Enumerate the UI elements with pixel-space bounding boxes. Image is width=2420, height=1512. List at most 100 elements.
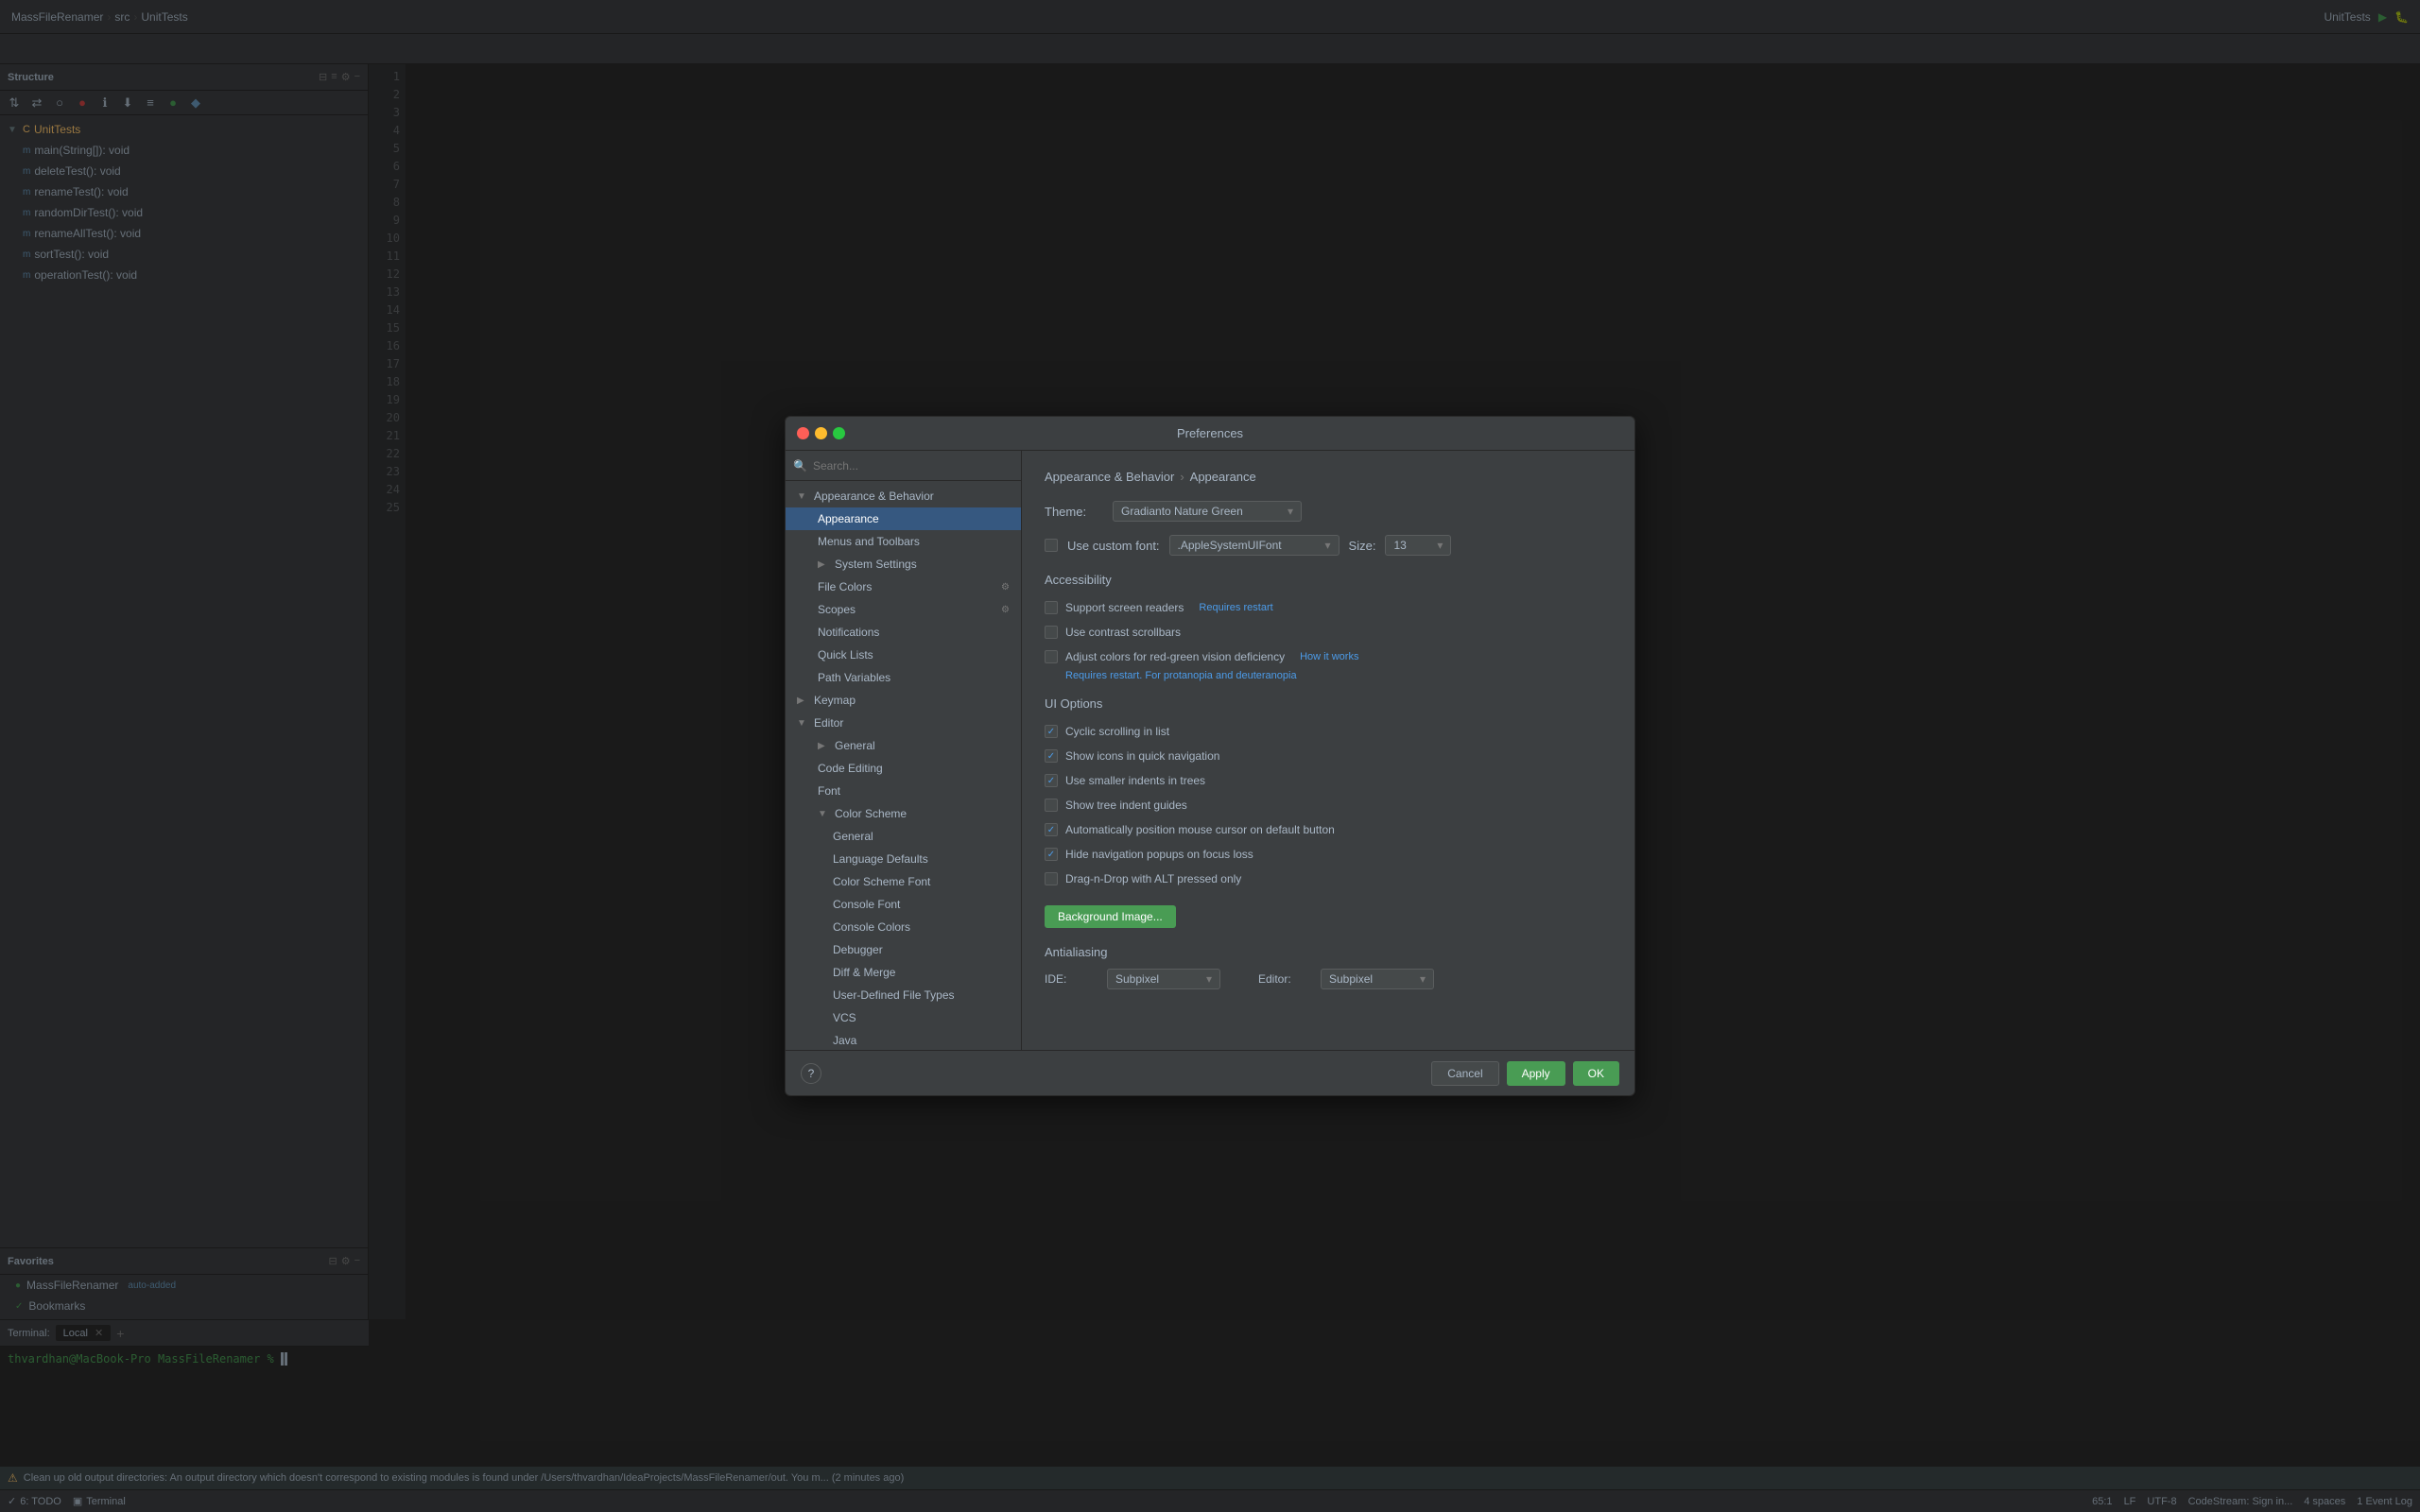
theme-row: Theme: Gradianto Nature Green ▾ bbox=[1045, 501, 1612, 522]
dt-item-code-editing[interactable]: Code Editing bbox=[786, 757, 1021, 780]
search-icon: 🔍 bbox=[793, 459, 807, 472]
dialog-title-bar: Preferences bbox=[786, 417, 1634, 451]
ide-aa-dropdown[interactable]: Subpixel ▾ bbox=[1107, 969, 1220, 989]
smaller-indents-checkbox[interactable] bbox=[1045, 774, 1058, 787]
dt-item-cs-general[interactable]: General bbox=[786, 825, 1021, 848]
breadcrumb: Appearance & Behavior › Appearance bbox=[1045, 470, 1612, 484]
dt-item-user-file-types[interactable]: User-Defined File Types bbox=[786, 984, 1021, 1006]
dt-item-path-variables[interactable]: Path Variables bbox=[786, 666, 1021, 689]
dt-item-console-colors[interactable]: Console Colors bbox=[786, 916, 1021, 938]
ok-button[interactable]: OK bbox=[1573, 1061, 1619, 1086]
font-select-dropdown[interactable]: .AppleSystemUIFont ▾ bbox=[1169, 535, 1340, 556]
theme-value: Gradianto Nature Green bbox=[1121, 505, 1243, 518]
accessibility-title: Accessibility bbox=[1045, 573, 1612, 587]
screen-readers-label: Support screen readers bbox=[1065, 601, 1184, 614]
cyclic-checkbox[interactable] bbox=[1045, 725, 1058, 738]
dnd-label: Drag-n-Drop with ALT pressed only bbox=[1065, 872, 1241, 885]
footer-buttons: Cancel Apply OK bbox=[1431, 1061, 1619, 1086]
ui-options-section: UI Options Cyclic scrolling in list Show… bbox=[1045, 696, 1612, 928]
editor-aa-arrow: ▾ bbox=[1420, 972, 1426, 986]
dt-item-quick-lists[interactable]: Quick Lists bbox=[786, 644, 1021, 666]
custom-font-label: Use custom font: bbox=[1067, 539, 1160, 553]
check-cyclic: Cyclic scrolling in list bbox=[1045, 720, 1612, 743]
dt-item-menus-toolbars[interactable]: Menus and Toolbars bbox=[786, 530, 1021, 553]
dt-item-debugger[interactable]: Debugger bbox=[786, 938, 1021, 961]
size-label: Size: bbox=[1349, 539, 1376, 553]
close-button[interactable] bbox=[797, 427, 809, 439]
custom-font-checkbox[interactable] bbox=[1045, 539, 1058, 552]
dt-item-diff-merge[interactable]: Diff & Merge bbox=[786, 961, 1021, 984]
preferences-dialog: Preferences 🔍 ▼ Appearance & Behavior bbox=[785, 416, 1635, 1096]
check-show-icons: Show icons in quick navigation bbox=[1045, 745, 1612, 767]
dialog-sidebar: 🔍 ▼ Appearance & Behavior Appearance M bbox=[786, 451, 1022, 1050]
dnd-checkbox[interactable] bbox=[1045, 872, 1058, 885]
dt-item-file-colors[interactable]: File Colors ⚙ bbox=[786, 576, 1021, 598]
aa-row: IDE: Subpixel ▾ Editor: Subpixel ▾ bbox=[1045, 969, 1612, 989]
ide-aa-arrow: ▾ bbox=[1206, 972, 1212, 986]
dt-item-keymap[interactable]: ▶ Keymap bbox=[786, 689, 1021, 712]
hide-nav-label: Hide navigation popups on focus loss bbox=[1065, 848, 1253, 861]
how-it-works-link[interactable]: How it works bbox=[1300, 651, 1358, 662]
dialog-footer: ? Cancel Apply OK bbox=[786, 1050, 1634, 1095]
ide-aa-value: Subpixel bbox=[1115, 972, 1159, 986]
minimize-button[interactable] bbox=[815, 427, 827, 439]
cancel-button[interactable]: Cancel bbox=[1431, 1061, 1498, 1086]
colorblind-label: Adjust colors for red-green vision defic… bbox=[1065, 650, 1285, 663]
editor-aa-label: Editor: bbox=[1258, 972, 1305, 986]
hide-nav-checkbox[interactable] bbox=[1045, 848, 1058, 861]
dt-item-console-font[interactable]: Console Font bbox=[786, 893, 1021, 916]
requires-restart-badge: Requires restart bbox=[1199, 602, 1272, 613]
search-input[interactable] bbox=[813, 459, 1013, 472]
dt-item-notifications[interactable]: Notifications bbox=[786, 621, 1021, 644]
tree-guides-checkbox[interactable] bbox=[1045, 799, 1058, 812]
colorblind-checkbox[interactable] bbox=[1045, 650, 1058, 663]
check-row-screen-readers: Support screen readers Requires restart bbox=[1045, 596, 1612, 619]
dialog-search-bar: 🔍 bbox=[786, 451, 1021, 481]
custom-font-row: Use custom font: .AppleSystemUIFont ▾ Si… bbox=[1045, 535, 1612, 556]
dialog-content: Appearance & Behavior › Appearance Theme… bbox=[1022, 451, 1634, 1050]
help-button[interactable]: ? bbox=[801, 1063, 821, 1084]
help-icon: ? bbox=[808, 1067, 815, 1080]
dt-item-color-scheme[interactable]: ▼ Color Scheme bbox=[786, 802, 1021, 825]
theme-dropdown[interactable]: Gradianto Nature Green ▾ bbox=[1113, 501, 1302, 522]
check-dnd: Drag-n-Drop with ALT pressed only bbox=[1045, 868, 1612, 890]
apply-button[interactable]: Apply bbox=[1507, 1061, 1565, 1086]
dt-item-font[interactable]: Font bbox=[786, 780, 1021, 802]
dt-item-cs-font[interactable]: Color Scheme Font bbox=[786, 870, 1021, 893]
dt-item-lang-defaults[interactable]: Language Defaults bbox=[786, 848, 1021, 870]
breadcrumb-current: Appearance bbox=[1190, 470, 1256, 484]
antialiasing-title: Antialiasing bbox=[1045, 945, 1612, 959]
dt-item-java[interactable]: Java bbox=[786, 1029, 1021, 1050]
font-value: .AppleSystemUIFont bbox=[1178, 539, 1282, 552]
check-smaller-indents: Use smaller indents in trees bbox=[1045, 769, 1612, 792]
dt-item-vcs[interactable]: VCS bbox=[786, 1006, 1021, 1029]
antialiasing-section: Antialiasing IDE: Subpixel ▾ Editor: Sub… bbox=[1045, 945, 1612, 989]
dt-item-appearance[interactable]: Appearance bbox=[786, 507, 1021, 530]
font-dropdown-arrow: ▾ bbox=[1325, 539, 1331, 552]
ui-options-title: UI Options bbox=[1045, 696, 1612, 711]
editor-aa-dropdown[interactable]: Subpixel ▾ bbox=[1321, 969, 1434, 989]
show-icons-checkbox[interactable] bbox=[1045, 749, 1058, 763]
mouse-cursor-checkbox[interactable] bbox=[1045, 823, 1058, 836]
dt-item-scopes[interactable]: Scopes ⚙ bbox=[786, 598, 1021, 621]
dt-item-system-settings[interactable]: ▶ System Settings bbox=[786, 553, 1021, 576]
editor-aa-value: Subpixel bbox=[1329, 972, 1373, 986]
check-row-contrast: Use contrast scrollbars bbox=[1045, 621, 1612, 644]
maximize-button[interactable] bbox=[833, 427, 845, 439]
dt-item-editor[interactable]: ▼ Editor bbox=[786, 712, 1021, 734]
breadcrumb-parent: Appearance & Behavior bbox=[1045, 470, 1174, 484]
dt-item-general[interactable]: ▶ General bbox=[786, 734, 1021, 757]
breadcrumb-separator: › bbox=[1180, 470, 1184, 484]
dt-item-appearance-behavior[interactable]: ▼ Appearance & Behavior bbox=[786, 485, 1021, 507]
theme-label: Theme: bbox=[1045, 505, 1101, 519]
show-icons-label: Show icons in quick navigation bbox=[1065, 749, 1219, 763]
contrast-checkbox[interactable] bbox=[1045, 626, 1058, 639]
scopes-gear-icon: ⚙ bbox=[1001, 605, 1010, 615]
size-select-dropdown[interactable]: 13 ▾ bbox=[1385, 535, 1451, 556]
screen-readers-checkbox[interactable] bbox=[1045, 601, 1058, 614]
background-image-button[interactable]: Background Image... bbox=[1045, 905, 1176, 928]
ide-aa-label: IDE: bbox=[1045, 972, 1092, 986]
file-colors-gear-icon: ⚙ bbox=[1001, 582, 1010, 593]
traffic-lights bbox=[797, 427, 845, 439]
size-value: 13 bbox=[1393, 539, 1406, 552]
